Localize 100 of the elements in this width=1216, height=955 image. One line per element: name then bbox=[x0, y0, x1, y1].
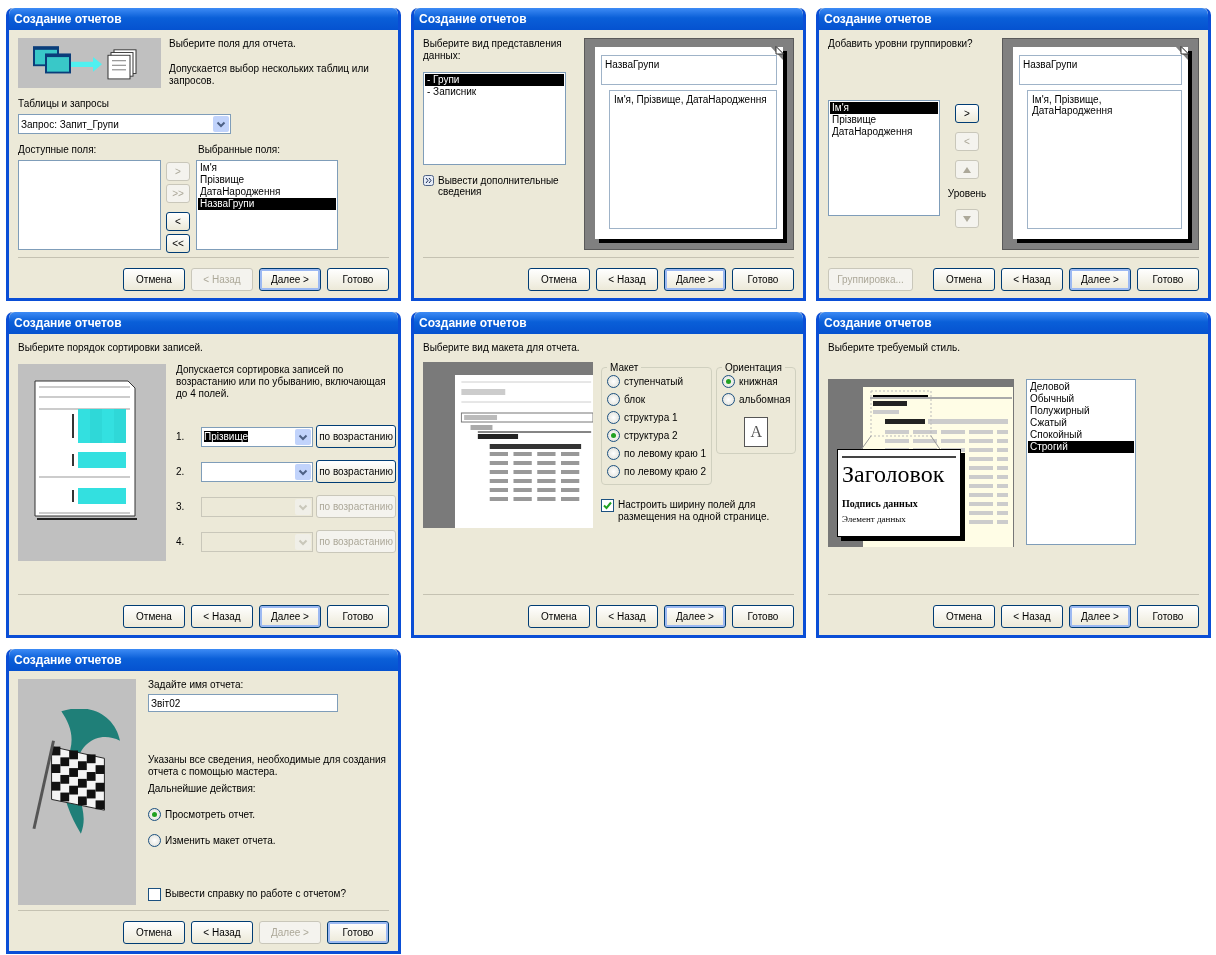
option-label[interactable]: структура 1 bbox=[624, 412, 678, 423]
option-label[interactable]: Вывести справку по работе с отчетом? bbox=[165, 888, 347, 900]
wizard-button[interactable]: < Назад bbox=[596, 605, 658, 628]
row-number: 2. bbox=[176, 466, 186, 477]
radio-button[interactable] bbox=[722, 375, 736, 388]
wizard-button[interactable]: Далее > bbox=[259, 605, 321, 628]
instruction-text: Выберите вид представления данных: bbox=[423, 38, 563, 62]
option-label[interactable]: книжная bbox=[739, 376, 778, 387]
field-label: Доступные поля: bbox=[18, 144, 98, 156]
radio-button[interactable] bbox=[607, 447, 620, 460]
option-label[interactable]: блок bbox=[624, 394, 646, 405]
wizard-button[interactable]: Далее > bbox=[1069, 268, 1131, 291]
detail-fields-text: Ім'я, Прізвище, ДатаНародження bbox=[1027, 90, 1182, 229]
wizard-button[interactable]: Отмена bbox=[528, 268, 590, 291]
sort-field-dropdown[interactable]: Прізвище bbox=[201, 426, 313, 447]
list-item[interactable]: - Записник bbox=[425, 86, 564, 98]
radio-button[interactable] bbox=[607, 429, 620, 442]
wizard-button[interactable]: < Назад bbox=[191, 605, 253, 628]
radio-button[interactable] bbox=[148, 807, 161, 821]
wizard-button[interactable]: Отмена bbox=[123, 605, 185, 628]
list-item[interactable]: Обычный bbox=[1028, 393, 1134, 405]
window-title: Создание отчетов bbox=[14, 653, 122, 667]
view-list[interactable]: - Групи - Записник bbox=[423, 72, 566, 165]
move-button[interactable]: > bbox=[955, 104, 979, 123]
instruction-text: Указаны все сведения, необходимые для создания отчета с помощью мастера. bbox=[148, 753, 387, 778]
wizard-button[interactable]: < Назад bbox=[1001, 605, 1063, 628]
row-number: 4. bbox=[176, 536, 186, 547]
list-item[interactable]: Прізвище bbox=[830, 114, 938, 126]
window-title: Создание отчетов bbox=[824, 316, 932, 330]
wizard-button[interactable]: Отмена bbox=[123, 921, 185, 944]
wizard-button[interactable]: Готово bbox=[327, 921, 389, 944]
wizard-button[interactable]: Отмена bbox=[933, 605, 995, 628]
radio-button[interactable] bbox=[607, 393, 620, 406]
list-item[interactable]: Сжатый bbox=[1028, 417, 1134, 429]
list-item[interactable]: - Групи bbox=[425, 74, 564, 86]
window-title: Создание отчетов bbox=[419, 316, 527, 330]
wizard-button[interactable]: Далее > bbox=[664, 605, 726, 628]
checkbox[interactable] bbox=[148, 888, 161, 901]
query-dropdown[interactable]: Запрос: Запит_Групи bbox=[18, 114, 231, 134]
list-item[interactable]: ДатаНародження bbox=[830, 126, 938, 138]
option-label[interactable]: Настроить ширину полей для размещения на одной странице. bbox=[618, 499, 797, 523]
wizard-button[interactable]: < Назад bbox=[1001, 268, 1063, 291]
wizard-button[interactable]: Готово bbox=[327, 605, 389, 628]
wizard-button[interactable]: Отмена bbox=[933, 268, 995, 291]
option-label[interactable]: Просмотреть отчет. bbox=[165, 808, 256, 820]
wizard-button[interactable]: Готово bbox=[327, 268, 389, 291]
checkbox[interactable] bbox=[601, 499, 614, 512]
list-item[interactable]: Прізвище bbox=[198, 174, 336, 186]
list-item[interactable]: Деловой bbox=[1028, 381, 1134, 393]
instruction-text: Выберите порядок сортировки записей. bbox=[18, 342, 204, 354]
report-name-field[interactable]: Звіт02 bbox=[148, 694, 338, 712]
radio-button[interactable] bbox=[148, 833, 161, 847]
sort-order-button[interactable]: по возрастанию bbox=[316, 425, 396, 448]
list-item[interactable]: Строгий bbox=[1028, 441, 1134, 453]
wizard-button[interactable]: Далее > bbox=[259, 268, 321, 291]
wizard-button[interactable]: Далее > bbox=[1069, 605, 1131, 628]
window-title: Создание отчетов bbox=[824, 12, 932, 26]
radio-button[interactable] bbox=[722, 393, 736, 406]
group-header-text: НазваГрупи bbox=[1019, 55, 1182, 85]
option-label[interactable]: по левому краю 1 bbox=[624, 448, 707, 459]
wizard-button[interactable]: < Назад bbox=[596, 268, 658, 291]
list-item[interactable]: НазваГрупи bbox=[198, 198, 336, 210]
fields-list[interactable]: Ім'я Прізвище ДатаНародження bbox=[828, 100, 940, 216]
option-label[interactable]: структура 2 bbox=[624, 430, 678, 441]
wizard-button[interactable]: Отмена bbox=[528, 605, 590, 628]
list-item[interactable]: Полужирный bbox=[1028, 405, 1134, 417]
sort-order-button[interactable]: по возрастанию bbox=[316, 460, 396, 483]
instruction-text: Дальнейшие действия: bbox=[148, 782, 257, 795]
instruction-text: Допускается сортировка записей по возрастанию или по убыванию, включающая до 4 полей. bbox=[176, 364, 387, 400]
option-label[interactable]: ступенчатый bbox=[624, 376, 684, 387]
wizard-button[interactable]: Далее > bbox=[664, 268, 726, 291]
sample-element: Элемент данных bbox=[842, 514, 907, 524]
wizard-button[interactable]: Готово bbox=[732, 268, 794, 291]
instruction-text: Выберите поля для отчета. bbox=[169, 38, 297, 50]
move-button[interactable]: < bbox=[166, 212, 190, 231]
option-label[interactable]: Изменить макет отчета. bbox=[165, 834, 276, 846]
radio-button[interactable] bbox=[607, 411, 620, 424]
wizard-button[interactable]: Отмена bbox=[123, 268, 185, 291]
selected-fields-list[interactable]: Ім'я Прізвище ДатаНародження НазваГрупи bbox=[196, 160, 338, 250]
style-list[interactable]: Деловой Обычный Полужирный Сжатый Спокойный Строгий bbox=[1026, 379, 1136, 545]
portrait-page-icon: A bbox=[744, 417, 769, 447]
available-fields-list[interactable] bbox=[18, 160, 161, 250]
wizard-button[interactable]: Готово bbox=[732, 605, 794, 628]
group-label: Ориентация bbox=[724, 362, 783, 373]
more-info-button[interactable]: Вывести дополнительные сведения bbox=[423, 175, 566, 197]
wizard-button[interactable]: Готово bbox=[1137, 605, 1199, 628]
sort-field-dropdown[interactable] bbox=[201, 461, 313, 482]
list-item[interactable]: Ім'я bbox=[198, 162, 336, 174]
wizard-button[interactable]: < Назад bbox=[191, 921, 253, 944]
radio-button[interactable] bbox=[607, 375, 620, 388]
list-item[interactable]: Ім'я bbox=[830, 102, 938, 114]
window-title: Создание отчетов bbox=[14, 12, 122, 26]
option-label[interactable]: по левому краю 2 bbox=[624, 466, 707, 477]
radio-button[interactable] bbox=[607, 465, 620, 478]
wizard-button[interactable]: Готово bbox=[1137, 268, 1199, 291]
option-label[interactable]: альбомная bbox=[739, 394, 791, 405]
list-item[interactable]: Спокойный bbox=[1028, 429, 1134, 441]
move-button[interactable]: << bbox=[166, 234, 190, 253]
list-item[interactable]: ДатаНародження bbox=[198, 186, 336, 198]
instruction-text: Выберите требуемый стиль. bbox=[828, 342, 961, 354]
